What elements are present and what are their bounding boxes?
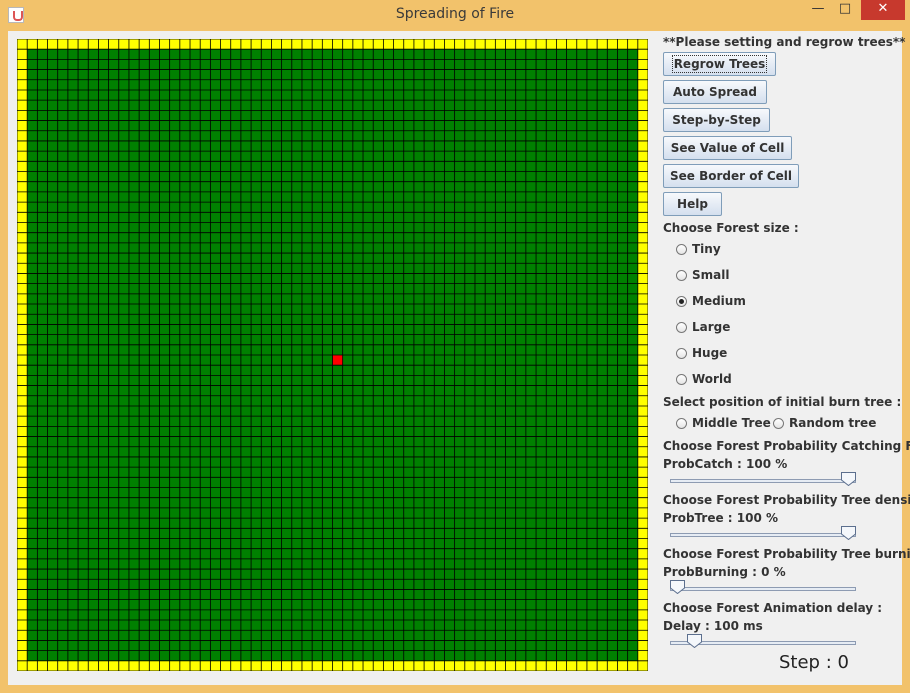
prob-burning-slider[interactable] <box>670 580 856 596</box>
radio-indicator[interactable] <box>676 296 687 307</box>
slider-thumb[interactable] <box>841 526 856 540</box>
radio-label: Tiny <box>692 242 721 256</box>
radio-indicator[interactable] <box>676 270 687 281</box>
window-title: Spreading of Fire <box>395 6 515 22</box>
slider-track[interactable] <box>670 479 856 483</box>
delay-heading: Choose Forest Animation delay : <box>663 601 883 615</box>
maximize-icon[interactable]: □ <box>831 0 859 20</box>
radio-indicator[interactable] <box>676 244 687 255</box>
app-window: Spreading of Fire — □ ✕ **Please setting… <box>0 0 910 693</box>
prob-burning-heading: Choose Forest Probability Tree burning : <box>663 547 910 561</box>
burning-tree-cell[interactable] <box>332 355 343 366</box>
slider-thumb[interactable] <box>841 472 856 486</box>
slider-track[interactable] <box>670 533 856 537</box>
radio-label: Large <box>692 320 731 334</box>
prob-burning-value: ProbBurning : 0 % <box>663 565 786 579</box>
regrow-trees-label: Regrow Trees <box>671 55 768 73</box>
title-bar[interactable]: Spreading of Fire — □ ✕ <box>0 0 910 30</box>
client-area: **Please setting and regrow trees** Regr… <box>8 31 910 685</box>
help-label: Help <box>677 197 708 211</box>
forest-grid[interactable] <box>17 39 648 671</box>
forest-size-label: Choose Forest size : <box>663 221 799 235</box>
radio-label: Small <box>692 268 730 282</box>
radio-label: World <box>692 372 732 386</box>
radio-label: Middle Tree <box>692 416 771 430</box>
see-border-of-cell-label: See Border of Cell <box>669 169 793 183</box>
regrow-trees-button[interactable]: Regrow Trees <box>663 52 776 76</box>
delay-slider[interactable] <box>670 634 856 650</box>
prob-tree-value: ProbTree : 100 % <box>663 511 779 525</box>
prob-tree-slider[interactable] <box>670 526 856 542</box>
prob-catch-value: ProbCatch : 100 % <box>663 457 788 471</box>
minimize-icon[interactable]: — <box>805 0 831 20</box>
radio-indicator[interactable] <box>676 322 687 333</box>
radio-label: Huge <box>692 346 728 360</box>
step-counter: Step : 0 <box>779 652 849 673</box>
control-panel: **Please setting and regrow trees** Regr… <box>663 31 910 685</box>
prob-catch-heading: Choose Forest Probability Catching Fire … <box>663 439 910 453</box>
radio-indicator[interactable] <box>676 418 687 429</box>
step-by-step-label: Step-by-Step <box>672 113 761 127</box>
see-value-of-cell-button[interactable]: See Value of Cell <box>663 136 792 160</box>
step-by-step-button[interactable]: Step-by-Step <box>663 108 770 132</box>
slider-track[interactable] <box>670 587 856 591</box>
radio-label: Random tree <box>789 416 877 430</box>
auto-spread-label: Auto Spread <box>673 85 757 99</box>
slider-thumb[interactable] <box>670 580 685 594</box>
prob-catch-slider[interactable] <box>670 472 856 488</box>
see-border-of-cell-button[interactable]: See Border of Cell <box>663 164 799 188</box>
radio-label: Medium <box>692 294 746 308</box>
radio-indicator[interactable] <box>676 374 687 385</box>
help-button[interactable]: Help <box>663 192 722 216</box>
prob-tree-heading: Choose Forest Probability Tree density : <box>663 493 910 507</box>
instructions-label: **Please setting and regrow trees** <box>663 35 906 49</box>
see-value-of-cell-label: See Value of Cell <box>670 141 785 155</box>
forest-canvas[interactable] <box>17 39 648 671</box>
radio-indicator[interactable] <box>676 348 687 359</box>
delay-value: Delay : 100 ms <box>663 619 763 633</box>
auto-spread-button[interactable]: Auto Spread <box>663 80 767 104</box>
radio-indicator[interactable] <box>773 418 784 429</box>
slider-thumb[interactable] <box>687 634 702 648</box>
close-icon[interactable]: ✕ <box>861 0 905 20</box>
initial-burn-label: Select position of initial burn tree : <box>663 395 902 409</box>
